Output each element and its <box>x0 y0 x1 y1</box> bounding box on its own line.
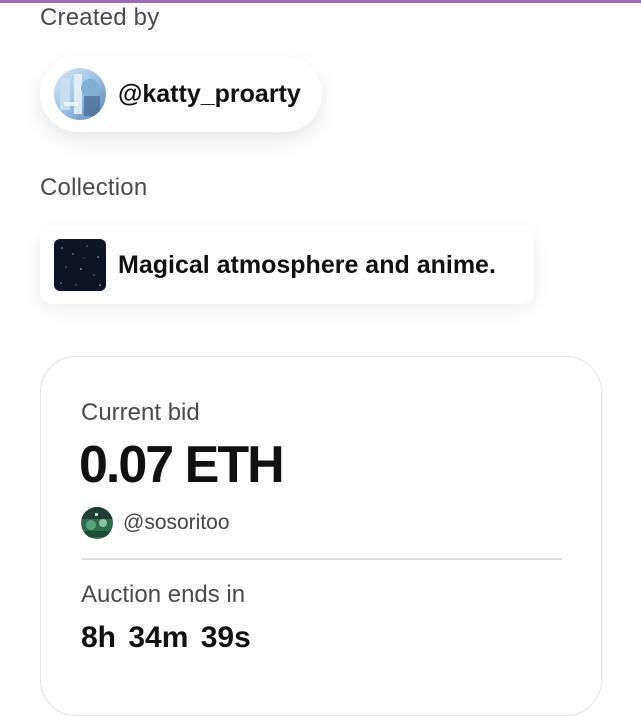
current-bid-value: 0.07 ETH <box>79 436 285 494</box>
top-accent-line <box>0 0 641 3</box>
bidder-avatar-image-icon <box>81 507 113 539</box>
creator-avatar <box>54 68 106 120</box>
creator-username: @katty_proarty <box>118 79 301 108</box>
auction-ends-label: Auction ends in <box>81 581 246 608</box>
bidder-username: @sosoritoo <box>123 511 230 534</box>
created-by-label: Created by <box>40 4 160 31</box>
collection-name: Magical atmosphere and anime. <box>118 250 496 279</box>
collection-link[interactable]: Magical atmosphere and anime. <box>40 226 534 304</box>
collection-thumbnail <box>54 239 106 291</box>
auction-countdown: 8h 34m 39s <box>81 621 251 654</box>
auction-card: Current bid 0.07 ETH @sosoritoo Auction … <box>40 356 602 716</box>
bidder-profile-link[interactable]: @sosoritoo <box>81 507 230 539</box>
creator-profile-link[interactable]: @katty_proarty <box>40 56 322 132</box>
current-bid-label: Current bid <box>81 399 200 426</box>
creator-avatar-image-icon <box>54 68 106 120</box>
divider <box>81 558 562 560</box>
collection-thumbnail-image-icon <box>54 239 106 291</box>
bidder-avatar <box>81 507 113 539</box>
collection-label: Collection <box>40 174 148 201</box>
